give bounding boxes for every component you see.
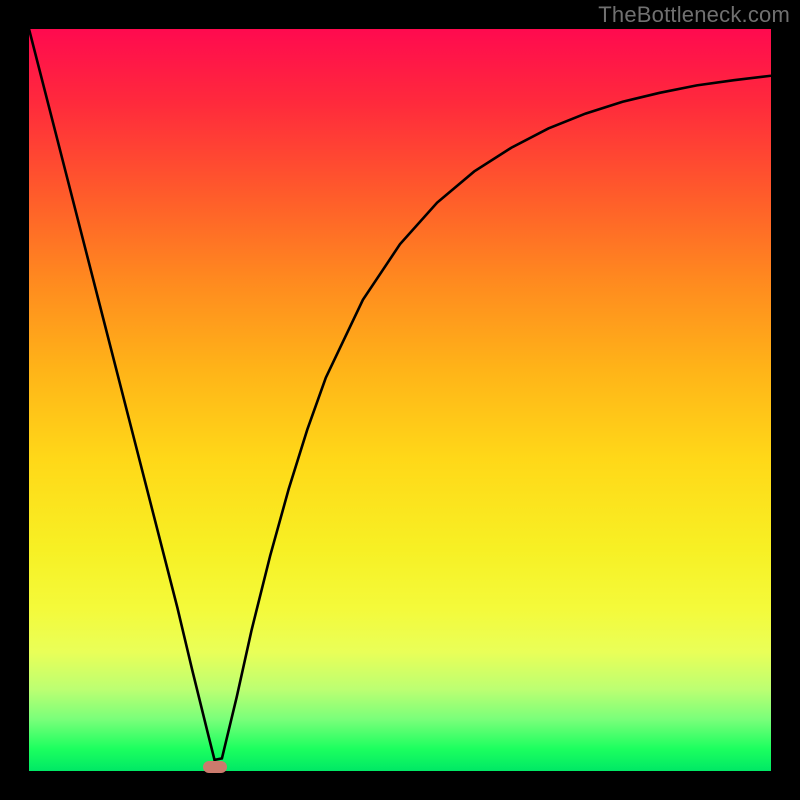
outer-frame: TheBottleneck.com	[0, 0, 800, 800]
bottleneck-curve	[29, 29, 771, 760]
watermark-text: TheBottleneck.com	[598, 2, 790, 28]
curve-svg	[29, 29, 771, 771]
optimal-point-marker	[203, 761, 227, 773]
